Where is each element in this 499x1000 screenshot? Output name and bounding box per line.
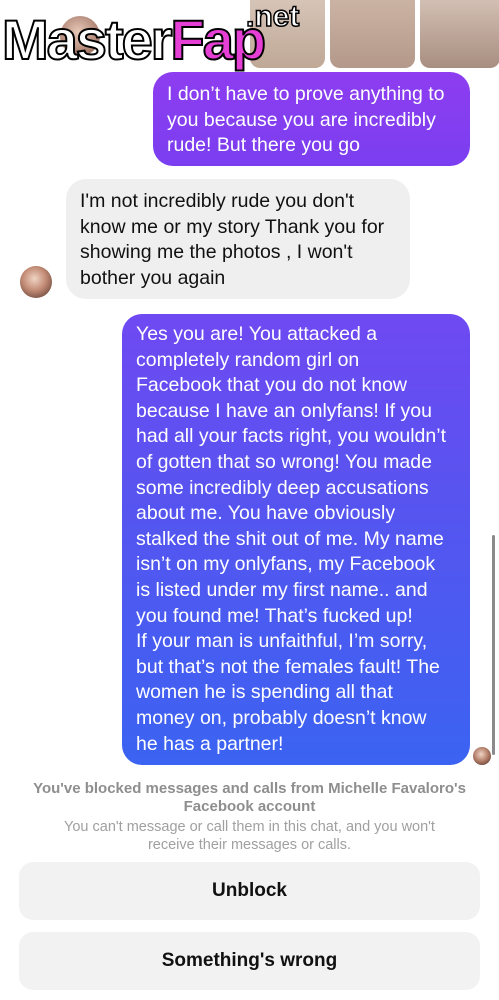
blocked-subtitle: You can't message or call them in this c… xyxy=(64,819,435,853)
watermark-logo: MasterFap .net xyxy=(0,0,310,72)
something-wrong-button[interactable]: Something's wrong xyxy=(19,932,480,990)
sender-avatar[interactable] xyxy=(20,266,52,298)
unblock-button[interactable]: Unblock xyxy=(19,862,480,920)
incoming-message[interactable]: I'm not incredibly rude you don't know m… xyxy=(66,179,410,299)
watermark-suffix: .net xyxy=(245,0,300,34)
scrollbar[interactable] xyxy=(492,535,495,755)
read-receipt-avatar xyxy=(473,747,491,765)
media-thumbnail[interactable] xyxy=(330,0,415,68)
blocked-title: You've blocked messages and calls from M… xyxy=(33,780,466,815)
outgoing-message[interactable]: I don’t have to prove anything to you be… xyxy=(153,72,470,166)
watermark-part1: Master xyxy=(1,8,174,71)
media-thumbnail[interactable] xyxy=(420,0,499,68)
outgoing-message[interactable]: Yes you are! You attacked a completely r… xyxy=(122,314,470,765)
